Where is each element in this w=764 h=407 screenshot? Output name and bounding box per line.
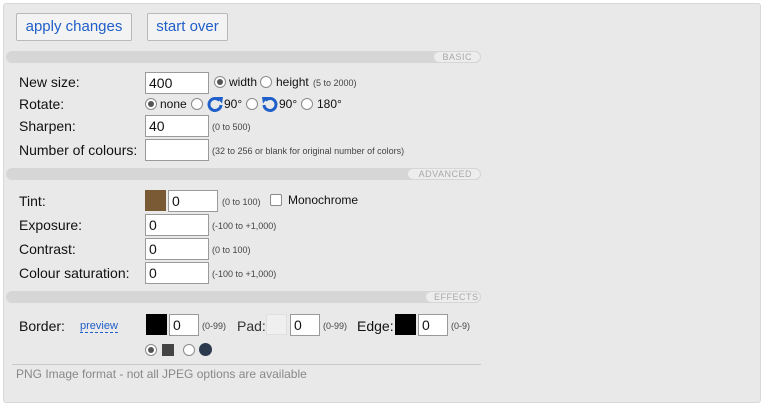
size-height-radio[interactable] [260,76,272,88]
edge-color-swatch[interactable] [395,314,416,335]
border-color-swatch[interactable] [146,314,167,335]
section-label-basic: BASIC [433,51,481,63]
colours-input[interactable] [145,139,209,161]
saturation-label: Colour saturation: [19,265,130,281]
edge-hint: (0-9) [451,321,471,331]
rotate-ccw-radio[interactable] [246,98,258,110]
section-label-advanced: ADVANCED [407,168,481,180]
colours-hint: (32 to 256 or blank for original number … [212,146,405,156]
border-hint: (0-99) [202,321,227,331]
rotate-clockwise-icon [206,95,224,116]
new-size-input[interactable]: 400 [145,72,209,94]
colours-label: Number of colours: [19,142,138,158]
section-bar-basic: BASIC [6,51,481,63]
rotate-ccw-label: 90° [279,97,298,111]
tint-label: Tint: [19,193,46,209]
section-bar-effects: EFFECTS [6,291,481,303]
corner-square-radio[interactable] [145,344,157,356]
size-width-radio[interactable] [214,76,226,88]
section-label-effects: EFFECTS [425,291,481,303]
sharpen-label: Sharpen: [19,118,76,134]
apply-changes-button[interactable]: apply changes [16,13,132,41]
monochrome-checkbox[interactable] [270,194,282,206]
exposure-label: Exposure: [19,217,83,233]
contrast-label: Contrast: [19,241,76,257]
corner-round-radio[interactable] [183,344,195,356]
contrast-input[interactable]: 0 [145,238,209,260]
size-hint: (5 to 2000) [313,78,357,88]
monochrome-label: Monochrome [288,193,359,207]
image-editor-panel [3,3,761,403]
border-width-input[interactable]: 0 [169,314,199,336]
width-label: width [229,75,258,89]
saturation-hint: (-100 to +1,000) [212,269,277,279]
exposure-hint: (-100 to +1,000) [212,221,277,231]
format-note: PNG Image format - not all JPEG options … [16,367,307,381]
height-label: height [276,75,309,89]
round-corner-icon [199,343,212,356]
rotate-cw-label: 90° [224,97,243,111]
tint-hint: (0 to 100) [222,197,261,207]
pad-label: Pad: [237,318,266,334]
rotate-180-label: 180° [317,97,342,111]
rotate-cw-radio[interactable] [191,98,203,110]
exposure-input[interactable]: 0 [145,214,209,236]
rotate-label: Rotate: [19,96,65,112]
tint-color-swatch[interactable] [145,190,166,211]
contrast-hint: (0 to 100) [212,245,251,255]
edge-label: Edge: [357,318,394,334]
start-over-button[interactable]: start over [147,13,228,41]
rotate-none-label: none [160,97,187,111]
square-corner-icon [162,344,174,356]
tint-input[interactable]: 0 [168,190,218,212]
pad-width-input[interactable]: 0 [290,314,320,336]
rotate-counterclockwise-icon [261,95,279,116]
sharpen-hint: (0 to 500) [212,122,251,132]
section-bar-advanced: ADVANCED [6,168,481,180]
footer-divider [12,364,481,365]
pad-color-swatch[interactable] [266,314,287,335]
pad-hint: (0-99) [323,321,348,331]
preview-link[interactable]: preview [80,320,118,333]
border-label: Border: [19,318,65,334]
new-size-label: New size: [19,74,80,90]
edge-width-input[interactable]: 0 [418,314,448,336]
rotate-none-radio[interactable] [145,98,157,110]
sharpen-input[interactable]: 40 [145,115,209,137]
saturation-input[interactable]: 0 [145,262,209,284]
rotate-180-radio[interactable] [301,98,313,110]
